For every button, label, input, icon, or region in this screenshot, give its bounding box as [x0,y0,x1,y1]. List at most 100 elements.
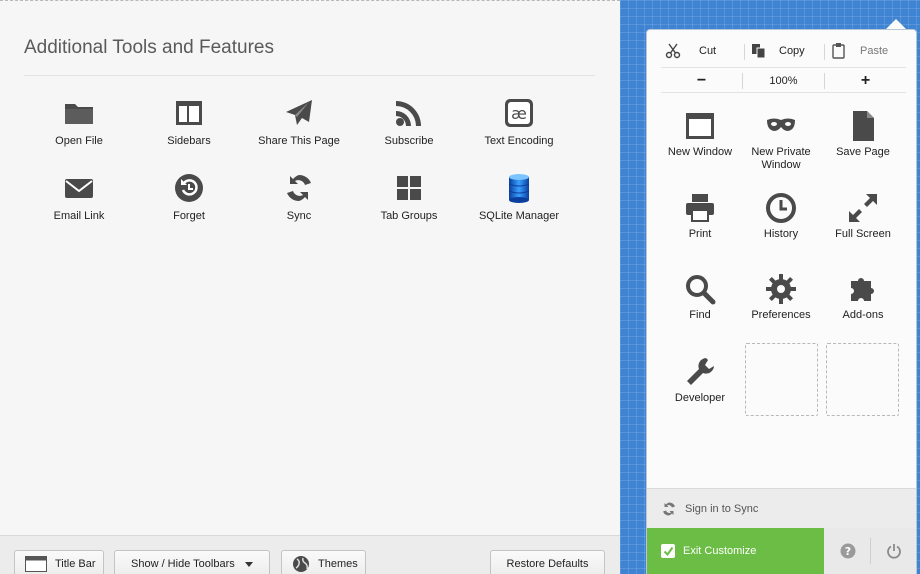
palette-divider [24,75,595,76]
restore-defaults-label: Restore Defaults [506,558,589,570]
document-icon [853,111,874,141]
menu-developer[interactable]: Developer [660,356,740,405]
menu-history[interactable]: History [741,192,821,241]
themes-label: Themes [318,558,358,570]
tool-label: Email Link [53,210,105,222]
menu-item-label: Full Screen [835,228,891,240]
menu-save-page[interactable]: Save Page [823,110,903,159]
customize-footer-bar: Title Bar Show / Hide Toolbars Themes Re… [0,535,620,574]
exit-customize-label: Exit Customize [683,545,757,557]
chevron-down-icon [244,561,253,567]
ae-glyph-icon: æ [505,99,533,127]
empty-slot[interactable] [826,343,899,416]
palette-title: Additional Tools and Features [24,37,274,58]
svg-text:æ: æ [511,104,527,123]
envelope-icon [65,179,93,198]
tool-share-page[interactable]: Share This Page [239,97,359,147]
private-mask-icon [767,118,795,131]
menu-full-screen[interactable]: Full Screen [823,192,903,241]
zoom-in-button[interactable]: + [825,68,906,94]
tool-label: Forget [173,210,205,222]
menu-item-label: New Private Window [751,146,811,171]
zoom-reset-button[interactable]: 100% [743,68,824,94]
show-hide-label: Show / Hide Toolbars [131,558,235,570]
tool-forget[interactable]: Forget [129,172,249,222]
empty-slot[interactable] [745,343,818,416]
sync-icon [663,502,675,515]
menu-find[interactable]: Find [660,273,740,322]
show-hide-toolbars-button[interactable]: Show / Hide Toolbars [114,550,270,574]
tool-tab-groups[interactable]: Tab Groups [349,172,469,222]
tool-sidebars[interactable]: Sidebars [129,97,249,147]
tool-subscribe[interactable]: Subscribe [349,97,469,147]
menu-new-window[interactable]: New Window [660,110,740,159]
zoom-out-button[interactable]: − [661,68,742,94]
copy-label: Copy [779,45,805,57]
clock-icon [766,193,796,223]
database-icon [508,174,530,203]
zoom-in-label: + [860,72,871,89]
globe-icon [292,555,310,573]
copy-icon [752,44,766,59]
menu-item-label: New Window [667,146,733,158]
tool-label: Sync [286,210,312,222]
help-button[interactable]: ? [825,528,870,574]
paste-button[interactable]: Paste [832,38,907,64]
zoom-controls: − 100% + [661,67,906,93]
rss-icon [396,101,421,126]
edit-controls: Cut Copy Paste [661,38,906,64]
menu-item-label: Print [688,228,712,240]
wrench-icon [687,358,714,385]
menu-panel: Cut Copy Paste − 100% + New Window New P… [646,29,917,574]
tool-sync[interactable]: Sync [239,172,359,222]
menu-add-ons[interactable]: Add-ons [823,273,903,322]
tool-text-encoding[interactable]: æ Text Encoding [459,97,579,147]
zoom-level: 100% [769,75,798,87]
svg-text:?: ? [844,545,850,558]
menu-item-label: Save Page [836,146,890,158]
quit-button[interactable] [871,528,916,574]
help-icon: ? [840,543,855,559]
sign-in-to-sync-button[interactable]: Sign in to Sync [647,488,916,528]
title-bar-checkbox-icon [25,556,47,572]
menu-new-private-window[interactable]: New Private Window [741,110,821,172]
tool-open-file[interactable]: Open File [19,97,139,147]
sync-icon [287,175,311,201]
tool-label: Open File [55,135,103,147]
paper-plane-icon [286,100,312,125]
exit-customize-button[interactable]: Exit Customize [647,528,824,574]
checkmark-icon [661,544,675,558]
tool-label: Sidebars [167,135,211,147]
menu-item-label: Preferences [751,309,811,321]
sign-in-label: Sign in to Sync [685,502,759,515]
gear-icon [766,274,796,304]
fullscreen-arrows-icon [849,194,877,222]
clipboard-icon [832,43,845,59]
tool-email-link[interactable]: Email Link [19,172,139,222]
folder-icon [65,104,93,124]
copy-button[interactable]: Copy [751,38,826,64]
restore-defaults-button[interactable]: Restore Defaults [490,550,605,574]
menu-preferences[interactable]: Preferences [741,273,821,322]
menu-item-label: Find [689,309,711,321]
paste-label: Paste [860,45,889,57]
tool-label: Subscribe [384,135,434,147]
customize-palette: Additional Tools and Features Open File … [0,0,620,574]
tool-sqlite-manager[interactable]: SQLite Manager [459,172,579,222]
panel-footer: Exit Customize ? [647,528,916,574]
cut-button[interactable]: Cut [665,38,745,64]
edit-separator [824,44,825,60]
tool-label: SQLite Manager [478,210,560,222]
edit-separator [744,44,745,60]
power-icon [886,544,901,559]
printer-icon [686,194,714,222]
tab-groups-icon [397,176,421,200]
scissors-icon [665,43,681,59]
tool-label: Share This Page [258,135,340,147]
themes-button[interactable]: Themes [281,550,366,574]
title-bar-button[interactable]: Title Bar [14,550,104,574]
window-icon [686,113,714,139]
tool-label: Text Encoding [484,135,554,147]
menu-print[interactable]: Print [660,192,740,241]
cut-label: Cut [699,45,717,57]
